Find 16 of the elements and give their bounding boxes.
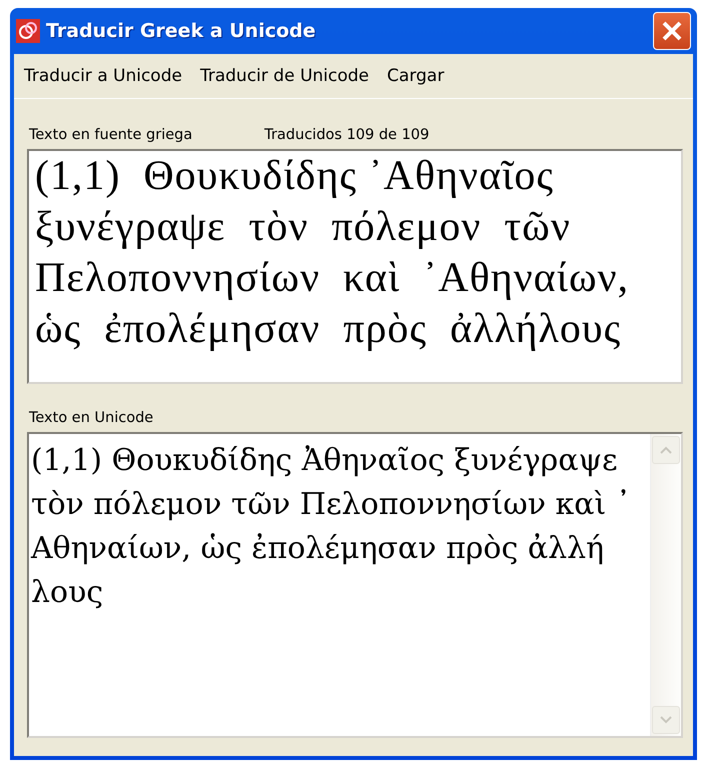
close-button[interactable]: [653, 12, 691, 50]
app-icon: [16, 19, 40, 43]
window-title: Traducir Greek a Unicode: [46, 20, 317, 42]
caret-down-icon: [660, 716, 672, 724]
scroll-up-button[interactable]: [652, 436, 680, 464]
greek-font-text-area[interactable]: (1,1) Θουκυδίδης ᾿Αθηναῖος ξυνέγραψε τὸν πόλεμον τῶν Πελοποννησίων καὶ ᾿Αθηναίων, ὡς ἐπολέμησαν πρὸς ἀλλήλους: [27, 149, 683, 384]
menu-item[interactable]: Cargar: [381, 64, 450, 88]
menu-item[interactable]: Traducir a Unicode: [18, 64, 188, 88]
close-icon: [660, 19, 684, 43]
scroll-down-button[interactable]: [652, 706, 680, 734]
menu-item[interactable]: Traducir de Unicode: [194, 64, 376, 88]
progress-text: Traducidos 109 de 109: [264, 127, 430, 143]
field-label: Texto en fuente griega: [29, 127, 192, 143]
unicode-text-area[interactable]: (1,1) Θουκυδίδης Ἀθηναῖος ξυνέγραψε τὸν πόλεμον τῶν Πελοποννησίων καὶ ᾿ Αθηναίων, ὡς ἐπολέμησαν πρὸς ἀλλή λους: [27, 432, 683, 738]
field-label: Texto en Unicode: [29, 410, 154, 426]
caret-up-icon: [660, 446, 672, 454]
